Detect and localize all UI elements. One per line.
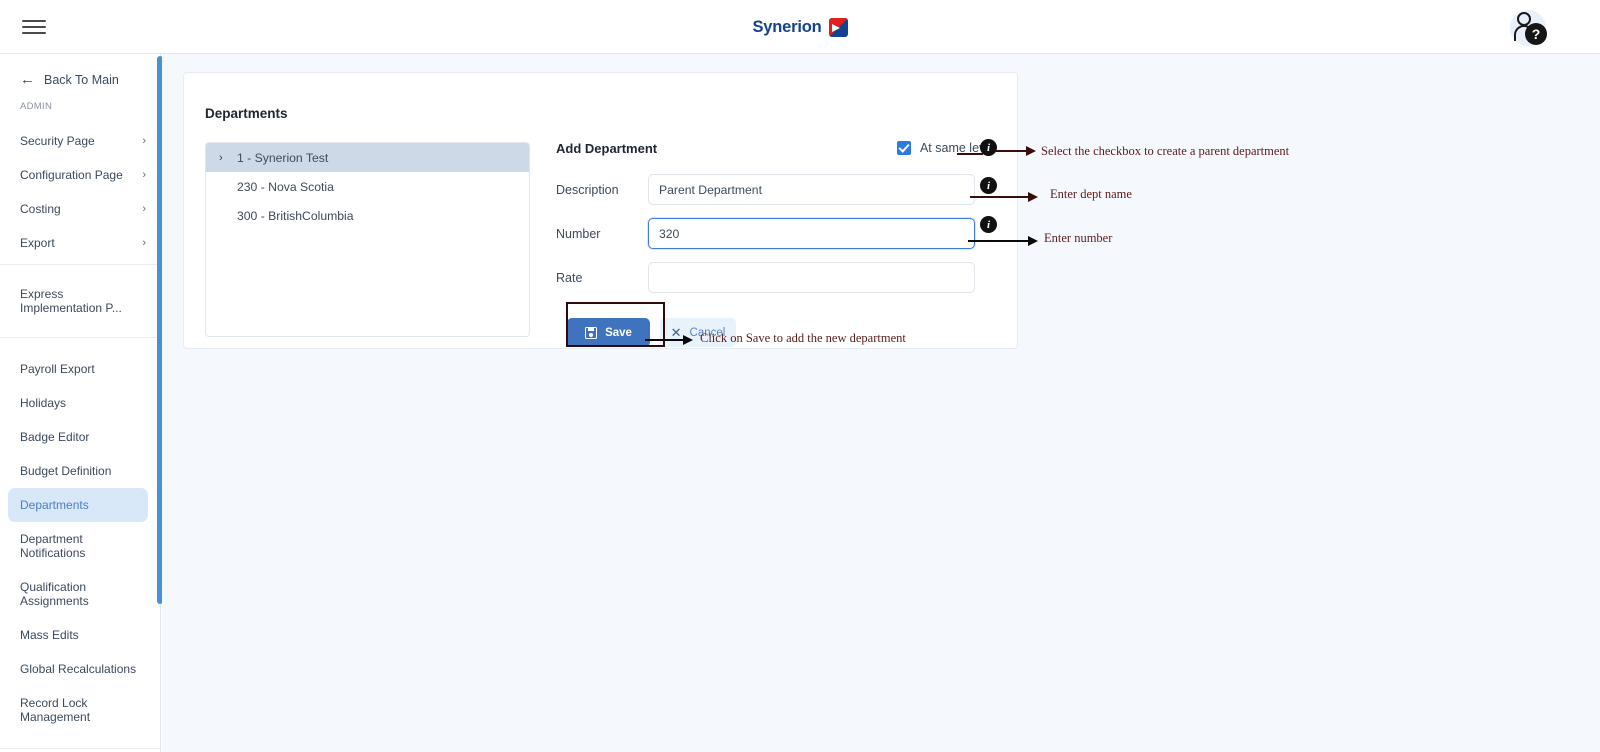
back-to-main-button[interactable]: ← Back To Main: [0, 54, 160, 93]
arrow-left-icon: ←: [20, 71, 35, 88]
chevron-right-icon: ›: [142, 169, 146, 181]
tree-row[interactable]: › 230 - Nova Scotia: [206, 172, 529, 201]
hamburger-menu-icon[interactable]: [22, 14, 48, 40]
sidebar-top-section: ← Back To Main ADMIN Security Page › Con…: [0, 54, 160, 265]
sidebar-item-label: Global Recalculations: [20, 662, 137, 676]
form-title: Add Department: [556, 140, 658, 156]
save-floppy-icon: [585, 326, 598, 339]
form-row-rate: Rate: [556, 262, 996, 293]
department-tree-panel: › 1 - Synerion Test › 230 - Nova Scotia …: [205, 142, 530, 337]
number-input[interactable]: [648, 218, 975, 249]
tree-row-label: 1 - Synerion Test: [237, 150, 329, 165]
sidebar-item-label: Record Lock Management: [20, 696, 91, 724]
left-sidebar: ← Back To Main ADMIN Security Page › Con…: [0, 54, 161, 752]
sidebar-item-label: Security Page: [20, 134, 95, 148]
sidebar-item-label: Department Notifications: [20, 532, 86, 560]
sidebar-item-departments[interactable]: Departments: [8, 488, 148, 522]
form-header-row: Add Department At same level: [556, 135, 996, 161]
number-label: Number: [556, 226, 601, 241]
form-row-description: Description: [556, 174, 996, 205]
sidebar-item-label: Holidays: [20, 396, 67, 410]
chevron-placeholder-icon: ›: [219, 210, 237, 222]
hamburger-bar: [22, 20, 46, 22]
sidebar-item-label: Departments: [20, 498, 89, 512]
sidebar-express-section: Express Implementation P...: [0, 265, 160, 338]
sidebar-item-label: Badge Editor: [20, 430, 90, 444]
at-same-level-checkbox[interactable]: At same level: [896, 141, 995, 155]
tree-row-label: 300 - BritishColumbia: [237, 208, 354, 223]
save-button-label: Save: [605, 326, 632, 339]
page-title: Departments: [205, 106, 288, 121]
description-input[interactable]: [648, 174, 975, 205]
sidebar-item-label: Qualification Assignments: [20, 580, 89, 608]
sidebar-item-budget-definition[interactable]: Budget Definition: [0, 454, 160, 488]
hamburger-bar: [22, 26, 46, 28]
sidebar-item-mass-edits[interactable]: Mass Edits: [0, 618, 160, 652]
help-support-button[interactable]: ?: [1508, 8, 1548, 48]
cancel-button-label: Cancel: [689, 326, 726, 339]
brand-name: Synerion: [752, 17, 822, 36]
sidebar-item-label: Express Implementation P...: [20, 287, 122, 315]
sidebar-item-label: Costing: [20, 202, 61, 216]
sidebar-item-label: Mass Edits: [20, 628, 79, 642]
rate-input[interactable]: [648, 262, 975, 293]
chevron-placeholder-icon: ›: [219, 181, 237, 193]
synerion-logo-mark-icon: [828, 17, 848, 37]
sidebar-item-badge-editor[interactable]: Badge Editor: [0, 420, 160, 454]
chevron-right-icon: ›: [142, 237, 146, 249]
main-content-area: Departments › 1 - Synerion Test › 230 - …: [162, 54, 1600, 752]
checkbox-label: At same level: [919, 141, 995, 155]
add-department-form: Add Department At same level Description…: [556, 135, 996, 347]
tree-row[interactable]: › 1 - Synerion Test: [206, 143, 529, 172]
chevron-right-icon[interactable]: ›: [219, 152, 237, 164]
rate-label: Rate: [556, 270, 583, 285]
sidebar-item-global-recalculations[interactable]: Global Recalculations: [0, 652, 160, 686]
checkbox-checked-icon[interactable]: [896, 141, 911, 155]
sidebar-item-express-implementation[interactable]: Express Implementation P...: [0, 265, 160, 337]
sidebar-item-label: Configuration Page: [20, 168, 123, 182]
sidebar-item-department-notifications[interactable]: Department Notifications: [0, 522, 160, 570]
sidebar-item-label: Budget Definition: [20, 464, 112, 478]
close-x-icon: ✕: [670, 325, 682, 340]
sidebar-item-record-lock-management[interactable]: Record Lock Management: [0, 686, 160, 734]
sidebar-item-payroll-export[interactable]: Payroll Export: [0, 352, 160, 386]
back-to-main-label: Back To Main: [44, 72, 119, 87]
sidebar-item-security-page[interactable]: Security Page ›: [0, 124, 160, 158]
description-label: Description: [556, 182, 619, 197]
sidebar-item-configuration-page[interactable]: Configuration Page ›: [0, 158, 160, 192]
departments-card: Departments › 1 - Synerion Test › 230 - …: [183, 72, 1018, 349]
hamburger-bar: [22, 32, 46, 34]
sidebar-section-label: ADMIN: [20, 101, 53, 112]
sidebar-item-export[interactable]: Export ›: [0, 226, 160, 264]
chevron-right-icon: ›: [142, 203, 146, 215]
sidebar-item-label: Export: [20, 236, 55, 250]
save-button[interactable]: Save: [567, 318, 650, 347]
tree-row[interactable]: › 300 - BritishColumbia: [206, 201, 529, 230]
tree-row-label: 230 - Nova Scotia: [237, 179, 334, 194]
form-action-buttons: Save ✕ Cancel: [567, 318, 996, 347]
form-row-number: Number: [556, 218, 996, 249]
cancel-button[interactable]: ✕ Cancel: [660, 318, 736, 347]
chevron-right-icon: ›: [142, 135, 146, 147]
sidebar-admin-items-section: Payroll Export Holidays Badge Editor Bud…: [0, 338, 160, 749]
sidebar-item-holidays[interactable]: Holidays: [0, 386, 160, 420]
top-header-bar: Synerion ?: [0, 0, 1600, 54]
sidebar-item-label: Payroll Export: [20, 362, 95, 376]
sidebar-item-costing[interactable]: Costing ›: [0, 192, 160, 226]
question-mark-icon[interactable]: ?: [1525, 23, 1547, 45]
brand-logo: Synerion: [0, 0, 1600, 54]
sidebar-item-qualification-assignments[interactable]: Qualification Assignments: [0, 570, 160, 618]
